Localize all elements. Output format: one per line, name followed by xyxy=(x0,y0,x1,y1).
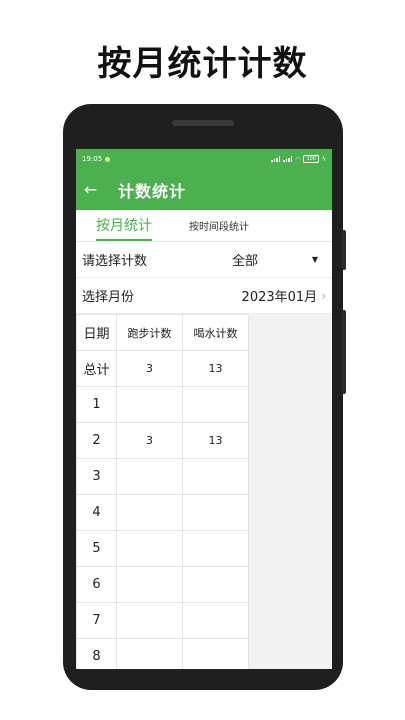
table-cell xyxy=(116,638,183,669)
signal-icon xyxy=(271,156,281,162)
table-row: 5 xyxy=(76,530,249,567)
table-cell xyxy=(116,530,183,567)
table-cell: 2 xyxy=(76,422,117,459)
wifi-icon: ◠ xyxy=(295,155,301,163)
table-cell: 7 xyxy=(76,602,117,639)
tab-active-indicator xyxy=(96,239,152,241)
chevron-right-icon[interactable]: › xyxy=(321,289,326,303)
app-title: 计数统计 xyxy=(118,181,187,201)
count-select-label: 请选择计数 xyxy=(82,254,148,269)
phone-speaker xyxy=(172,120,234,126)
table-cell xyxy=(182,602,249,639)
tab-monthly-label: 按月统计 xyxy=(96,218,152,234)
volume-button xyxy=(342,230,346,270)
table-cell: 3 xyxy=(116,422,183,459)
phone-screen: 19:05 ◠ 100 ϟ ← 计数统计 按月统计 按时间段统计 请选择计数 全… xyxy=(76,149,332,669)
table-row: 2 3 13 xyxy=(76,422,249,459)
table-cell xyxy=(182,494,249,531)
tab-monthly[interactable]: 按月统计 xyxy=(96,209,152,241)
count-select-row[interactable]: 请选择计数 全部 ▼ xyxy=(76,242,332,278)
stats-table: 日期 跑步计数 喝水计数 总计 3 13 1 2 3 13 3 4 5 6 7 8 xyxy=(76,314,249,669)
charging-icon: ϟ xyxy=(322,155,326,163)
table-cell xyxy=(116,494,183,531)
table-row: 8 xyxy=(76,638,249,669)
table-cell: 8 xyxy=(76,638,117,669)
table-cell xyxy=(116,566,183,603)
status-bar: 19:05 ◠ 100 ϟ xyxy=(76,149,332,169)
table-row: 1 xyxy=(76,386,249,423)
arrow-left-icon[interactable]: ← xyxy=(84,180,112,199)
month-select-label: 选择月份 xyxy=(82,290,135,305)
table-header-cell: 日期 xyxy=(76,314,117,351)
table-row: 7 xyxy=(76,602,249,639)
table-cell: 6 xyxy=(76,566,117,603)
app-bar: ← 计数统计 xyxy=(76,169,332,210)
table-cell xyxy=(116,386,183,423)
table-cell xyxy=(182,458,249,495)
table-header-cell: 喝水计数 xyxy=(182,314,249,351)
tab-bar: 按月统计 按时间段统计 xyxy=(76,210,332,242)
table-cell xyxy=(116,458,183,495)
stats-table-container: 日期 跑步计数 喝水计数 总计 3 13 1 2 3 13 3 4 5 6 7 8 xyxy=(76,314,332,669)
table-cell: 5 xyxy=(76,530,117,567)
table-cell: 3 xyxy=(116,350,183,387)
table-header-cell: 跑步计数 xyxy=(116,314,183,351)
battery-icon: 100 xyxy=(303,155,320,163)
table-cell xyxy=(182,386,249,423)
table-cell: 4 xyxy=(76,494,117,531)
table-cell: 总计 xyxy=(76,350,117,387)
tab-period[interactable]: 按时间段统计 xyxy=(189,209,249,241)
table-cell xyxy=(182,638,249,669)
table-row: 6 xyxy=(76,566,249,603)
table-cell xyxy=(182,530,249,567)
table-row: 4 xyxy=(76,494,249,531)
table-cell xyxy=(116,602,183,639)
power-button xyxy=(342,310,346,394)
table-cell: 3 xyxy=(76,458,117,495)
notification-dot-icon xyxy=(105,156,111,162)
table-cell: 13 xyxy=(182,350,249,387)
month-select-value[interactable]: 2023年01月 xyxy=(227,286,318,305)
tab-period-label: 按时间段统计 xyxy=(189,221,249,233)
table-row: 总计 3 13 xyxy=(76,350,249,387)
table-header-row: 日期 跑步计数 喝水计数 xyxy=(76,314,249,351)
status-time: 19:05 xyxy=(82,155,103,163)
dropdown-caret-icon[interactable]: ▼ xyxy=(312,255,318,264)
promo-title: 按月统计计数 xyxy=(97,44,308,84)
table-row: 3 xyxy=(76,458,249,495)
signal-icon-2 xyxy=(283,156,293,162)
table-cell xyxy=(182,566,249,603)
count-select-value[interactable]: 全部 xyxy=(232,250,312,269)
phone-frame: 19:05 ◠ 100 ϟ ← 计数统计 按月统计 按时间段统计 请选择计数 全… xyxy=(63,104,346,690)
month-select-row[interactable]: 选择月份 2023年01月 › xyxy=(76,278,332,314)
table-cell: 1 xyxy=(76,386,117,423)
table-cell: 13 xyxy=(182,422,249,459)
